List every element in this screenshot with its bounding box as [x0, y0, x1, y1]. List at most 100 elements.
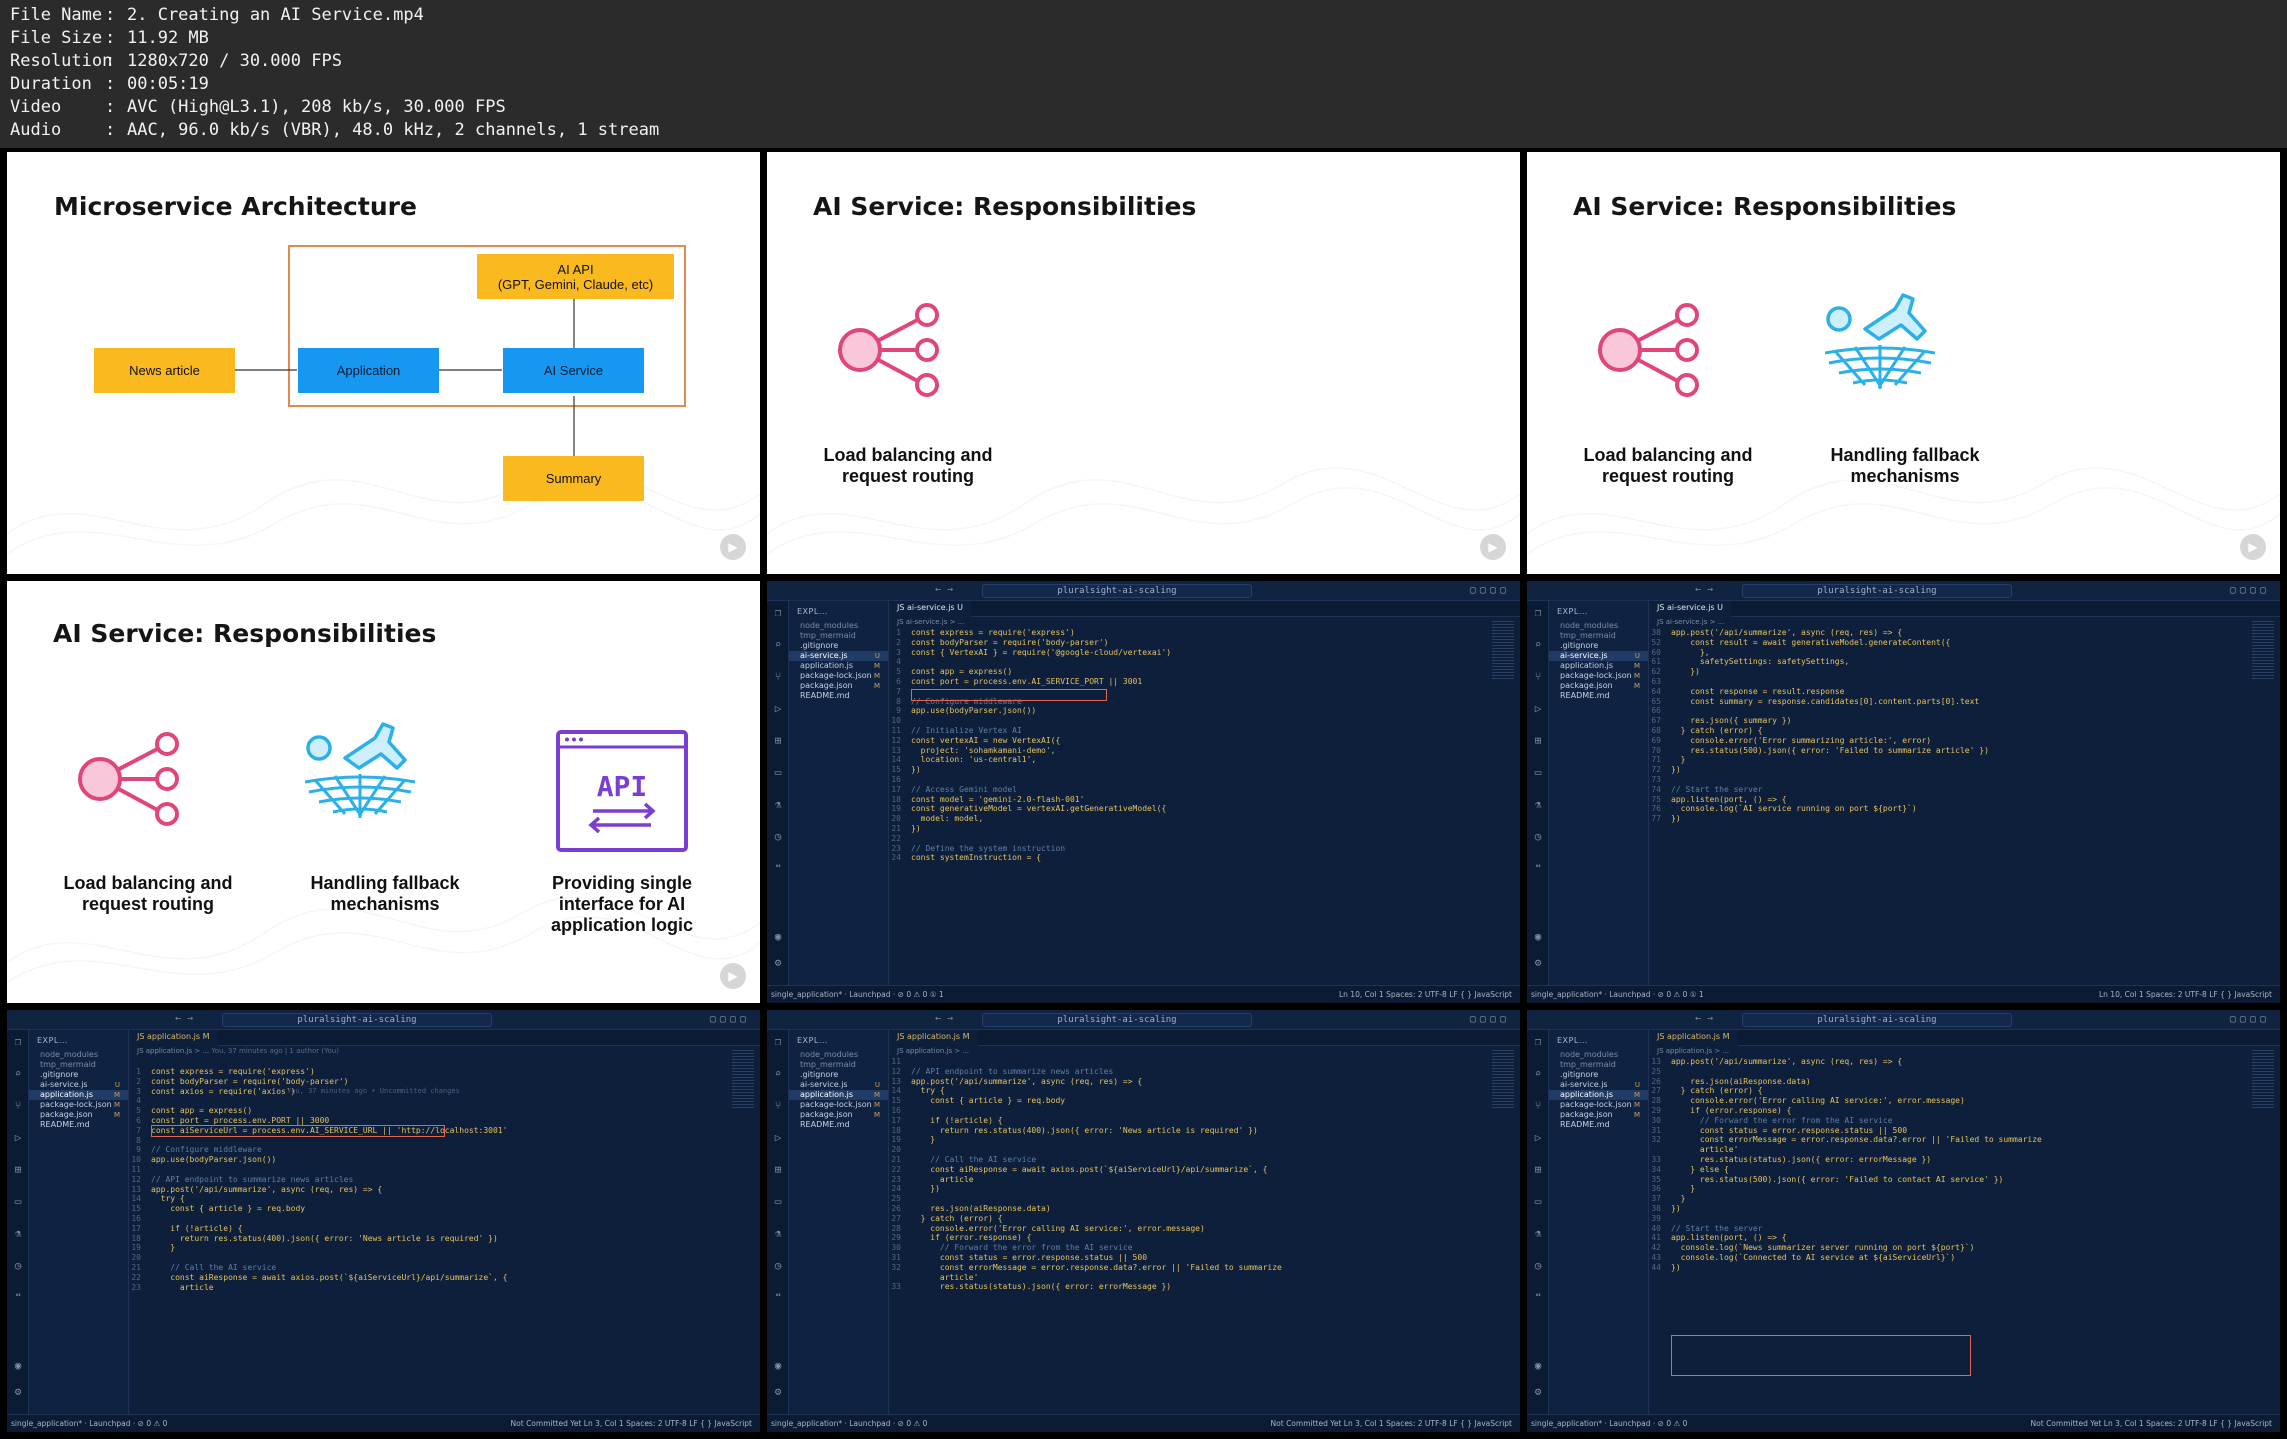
- run-debug-icon[interactable]: ▷: [12, 1132, 24, 1144]
- code-line[interactable]: 9 app.use(bodyParser.json()): [889, 706, 1490, 716]
- code-line[interactable]: 38 app.post('/api/summarize', async (req,…: [1649, 628, 2250, 638]
- file-item[interactable]: tmp_mermaid: [1549, 631, 1648, 641]
- code-line[interactable]: 24 const systemInstruction = {: [889, 853, 1490, 863]
- code-line[interactable]: 11 // Initialize Vertex AI: [889, 726, 1490, 736]
- thumbnail-editor-application-middle[interactable]: ← → pluralsight-ai-scaling ▢▢▢▢ ❐ ⌕ ⑂ ▷ …: [767, 1010, 1520, 1432]
- code-line[interactable]: 23 article: [889, 1175, 1490, 1185]
- language-label[interactable]: { } JavaScript: [1460, 990, 1512, 999]
- code-line[interactable]: 65 const summary = response.candidates[0…: [1649, 697, 2250, 707]
- remote-icon[interactable]: ▭: [1532, 767, 1544, 779]
- account-icon[interactable]: ◉: [772, 931, 784, 943]
- code-line[interactable]: 70 res.status(500).json({ error: 'Failed…: [1649, 746, 2250, 756]
- code-line[interactable]: 29 if (error.response) {: [889, 1233, 1490, 1243]
- file-item-ai-service[interactable]: ai-service.js U: [789, 1080, 888, 1090]
- code-line[interactable]: 27 } catch (error) {: [1649, 1086, 2250, 1096]
- code-line[interactable]: 14 location: 'us-central1',: [889, 755, 1490, 765]
- file-item-package-lock[interactable]: package-lock.json M: [1549, 671, 1648, 681]
- flask-icon[interactable]: ⚗: [12, 1228, 24, 1240]
- code-line[interactable]: 21 // Call the AI service: [129, 1263, 730, 1273]
- timeline-icon[interactable]: ◷: [12, 1260, 24, 1272]
- encoding-label[interactable]: UTF-8: [2185, 990, 2207, 999]
- problems-count[interactable]: ⊘ 0 ⚠ 0: [1658, 1419, 1688, 1428]
- code-line[interactable]: 30 // Forward the error from the AI serv…: [889, 1243, 1490, 1253]
- run-debug-icon[interactable]: ▷: [1532, 703, 1544, 715]
- files-icon[interactable]: ❐: [772, 1036, 784, 1048]
- code-line[interactable]: 77}): [1649, 814, 2250, 824]
- tab-ai-service[interactable]: JS ai-service.js U: [889, 601, 971, 617]
- branch-label[interactable]: single_application*: [771, 990, 842, 999]
- play-icon[interactable]: ▶: [720, 963, 746, 989]
- code-line[interactable]: 61 safetySettings: safetySettings,: [1649, 657, 2250, 667]
- language-label[interactable]: { } JavaScript: [1460, 1419, 1512, 1428]
- file-item-package[interactable]: package.json M: [789, 681, 888, 691]
- extensions-icon[interactable]: ⊞: [772, 735, 784, 747]
- code-line[interactable]: 13 app.post('/api/summarize', async (req,…: [1649, 1057, 2250, 1067]
- code-line[interactable]: 19 const generativeModel = vertexAI.getGe…: [889, 804, 1490, 814]
- thumbnail-editor-application-bottom[interactable]: ← → pluralsight-ai-scaling ▢▢▢▢ ❐ ⌕ ⑂ ▷ …: [1527, 1010, 2280, 1432]
- timeline-icon[interactable]: ◷: [772, 1260, 784, 1272]
- code-line[interactable]: 29 if (error.response) {: [1649, 1106, 2250, 1116]
- layout-icons[interactable]: ▢▢▢▢: [2230, 1014, 2270, 1025]
- nav-arrows-icon[interactable]: ← →: [1695, 584, 1713, 595]
- account-icon[interactable]: ◉: [1532, 1360, 1544, 1372]
- file-item-ai-service[interactable]: ai-service.js U: [1549, 1080, 1648, 1090]
- remote-icon[interactable]: ▭: [772, 1196, 784, 1208]
- file-item[interactable]: README.md: [789, 1120, 888, 1130]
- problems-count[interactable]: ⊘ 0 ⚠ 0: [138, 1419, 168, 1428]
- file-item-package-lock[interactable]: package-lock.json M: [789, 671, 888, 681]
- file-item-application[interactable]: application.js M: [1549, 661, 1648, 671]
- run-debug-icon[interactable]: ▷: [1532, 1132, 1544, 1144]
- code-line[interactable]: 33 res.status(status).json({ error: erro…: [889, 1282, 1490, 1292]
- source-control-icon[interactable]: ⑂: [1532, 1100, 1544, 1112]
- code-line[interactable]: 12 // API endpoint to summarize news arti…: [129, 1175, 730, 1185]
- thumbnail-editor-application-top[interactable]: ← → pluralsight-ai-scaling ▢▢▢▢ ❐ ⌕ ⑂ ▷ …: [7, 1010, 760, 1432]
- code-line[interactable]: 28 console.error('Error calling AI servi…: [1649, 1096, 2250, 1106]
- code-line[interactable]: 71 }: [1649, 755, 2250, 765]
- code-line[interactable]: 41 app.listen(port, () => {: [1649, 1233, 2250, 1243]
- file-item-package-lock[interactable]: package-lock.json M: [789, 1100, 888, 1110]
- minimap[interactable]: [1492, 1050, 1514, 1110]
- command-search-input[interactable]: pluralsight-ai-scaling: [982, 1013, 1252, 1027]
- code-line[interactable]: 31 const status = error.response.status …: [1649, 1126, 2250, 1136]
- language-label[interactable]: { } JavaScript: [700, 1419, 752, 1428]
- breadcrumb[interactable]: JS ai-service.js > ...: [1649, 618, 1724, 626]
- code-line[interactable]: 18 const model = 'gemini-2.0-flash-001': [889, 795, 1490, 805]
- code-line[interactable]: 19 }: [889, 1135, 1490, 1145]
- indent-label[interactable]: Spaces: 2: [2146, 1419, 2182, 1428]
- code-line[interactable]: 10: [889, 716, 1490, 726]
- run-debug-icon[interactable]: ▷: [772, 703, 784, 715]
- git-status[interactable]: Not Committed Yet: [511, 1419, 582, 1428]
- breadcrumb[interactable]: JS application.js > ...: [1649, 1047, 1729, 1055]
- code-line[interactable]: 2 const bodyParser = require('body-parser…: [129, 1077, 730, 1087]
- nav-arrows-icon[interactable]: ← →: [1695, 1013, 1713, 1024]
- code-line[interactable]: 35 res.status(500).json({ error: 'Failed…: [1649, 1175, 2250, 1185]
- file-item-package-lock[interactable]: package-lock.json M: [29, 1100, 128, 1110]
- files-icon[interactable]: ❐: [1532, 607, 1544, 619]
- code-line[interactable]: 4: [129, 1096, 730, 1106]
- cursor-position[interactable]: Ln 3, Col 1: [1344, 1419, 1384, 1428]
- quote-icon[interactable]: ❝: [772, 1292, 784, 1304]
- file-item[interactable]: .gitignore: [29, 1070, 128, 1080]
- code-line[interactable]: 18 return res.status(400).json({ error: …: [889, 1126, 1490, 1136]
- cursor-position[interactable]: Ln 10, Col 1: [1339, 990, 1384, 999]
- encoding-label[interactable]: UTF-8: [2185, 1419, 2207, 1428]
- code-line[interactable]: 73: [1649, 775, 2250, 785]
- play-icon[interactable]: ▶: [2240, 534, 2266, 560]
- encoding-label[interactable]: UTF-8: [665, 1419, 687, 1428]
- code-line[interactable]: 1 const express = require('express'): [129, 1067, 730, 1077]
- code-line[interactable]: 38}): [1649, 1204, 2250, 1214]
- extensions-icon[interactable]: ⊞: [1532, 1164, 1544, 1176]
- code-line[interactable]: 25: [889, 1194, 1490, 1204]
- source-control-icon[interactable]: ⑂: [12, 1100, 24, 1112]
- launchpad-label[interactable]: Launchpad: [849, 1419, 890, 1428]
- layout-icons[interactable]: ▢▢▢▢: [1470, 1014, 1510, 1025]
- minimap[interactable]: [732, 1050, 754, 1110]
- code-line[interactable]: 66: [1649, 706, 2250, 716]
- code-line[interactable]: 31 const status = error.response.status …: [889, 1253, 1490, 1263]
- file-item-package[interactable]: package.json M: [29, 1110, 128, 1120]
- code-line[interactable]: 12 // API endpoint to summarize news arti…: [889, 1067, 1490, 1077]
- file-item-ai-service[interactable]: ai-service.js U: [1549, 651, 1648, 661]
- file-item-application[interactable]: application.js M: [29, 1090, 128, 1100]
- file-item-application[interactable]: application.js M: [789, 1090, 888, 1100]
- cursor-position[interactable]: Ln 3, Col 1: [584, 1419, 624, 1428]
